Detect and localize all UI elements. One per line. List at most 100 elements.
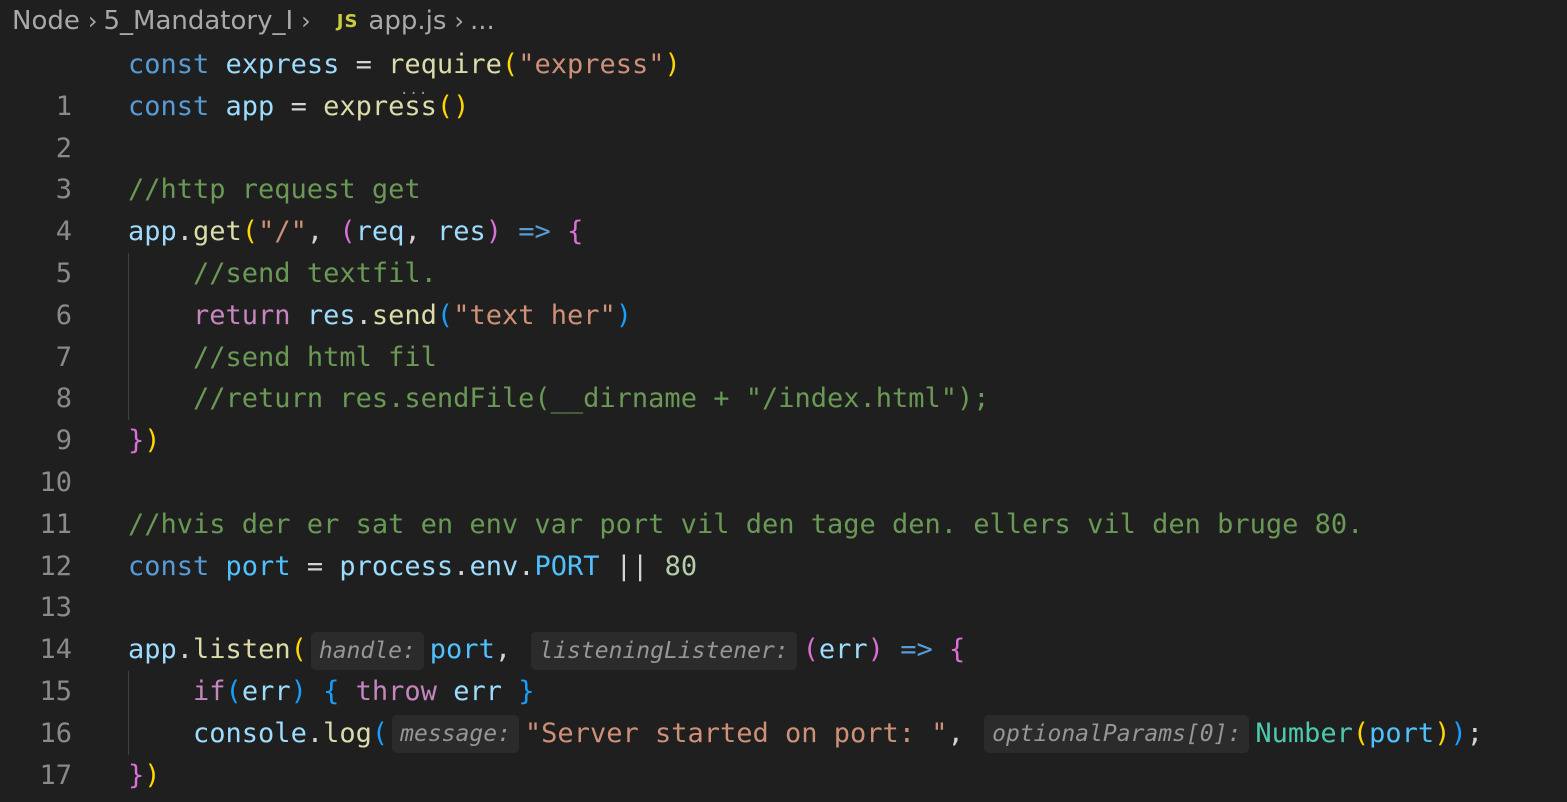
code-line-2: 2 const app = express() — [0, 86, 470, 164]
token-bracket: ( — [1352, 717, 1370, 749]
token-function: log — [323, 717, 372, 749]
token-string: "text her" — [453, 299, 616, 331]
token-variable: app — [128, 216, 177, 248]
token-bracket: ) — [1450, 717, 1467, 749]
token-punctuation: , — [947, 717, 964, 749]
token-punctuation: . — [176, 216, 194, 248]
token-punctuation: . — [453, 550, 470, 582]
token-punctuation: , — [404, 216, 421, 248]
token-variable: console — [193, 717, 307, 749]
token-keyword: return — [193, 299, 291, 331]
code-line-16: 16 if(err) { throw err } — [0, 671, 534, 749]
token-bracket: ( — [436, 299, 454, 331]
breadcrumb-item-symbols[interactable]: ... — [470, 6, 495, 36]
token-bracket: ) — [144, 425, 161, 457]
inlay-hint-listening-listener: listeningListener: — [531, 631, 797, 670]
token-parameter: req — [355, 216, 405, 248]
token-variable: port — [225, 550, 291, 582]
token-bracket: ) — [290, 675, 307, 707]
token-function: get — [193, 216, 242, 248]
token-property: env — [469, 550, 519, 582]
token-bracket: ) — [1434, 717, 1451, 749]
token-bracket: ( — [225, 675, 242, 707]
code-line-6: 6 //send textfil. — [0, 253, 437, 331]
breadcrumb-item-node[interactable]: Node — [12, 6, 80, 36]
token-bracket: () — [436, 90, 470, 122]
code-line-1: 1 const express = require("express") ··· — [0, 44, 681, 122]
token-keyword: const — [128, 550, 210, 582]
token-bracket: { — [948, 634, 966, 666]
code-area[interactable]: 1 const express = require("express") ···… — [0, 44, 1483, 802]
token-operator: = — [355, 49, 372, 80]
token-bracket: } — [518, 675, 535, 707]
code-line-11: 11 — [0, 462, 98, 540]
token-class: Number — [1255, 717, 1353, 749]
token-bracket: } — [128, 759, 145, 791]
token-variable: process — [339, 550, 454, 582]
token-variable: app — [128, 634, 177, 666]
token-keyword: throw — [355, 675, 437, 707]
token-bracket: ( — [802, 634, 819, 666]
token-punctuation: . — [176, 634, 194, 666]
token-bracket: ( — [371, 717, 389, 749]
line-number: 18 — [0, 796, 72, 802]
breadcrumb-item-folder[interactable]: 5_Mandatory_I — [103, 6, 293, 36]
token-variable: err — [241, 675, 291, 707]
token-comment: //send textfil. — [193, 257, 437, 289]
token-operator: || — [615, 550, 649, 582]
token-function: send — [371, 299, 437, 331]
code-line-15: 15 app.listen(handle: port, listeningList… — [0, 629, 965, 707]
inlay-hint-message: message: — [392, 715, 519, 754]
token-parameter: err — [818, 634, 868, 666]
code-line-12: 12 //hvis der er sat en env var port vil… — [0, 504, 1363, 582]
javascript-file-icon: JS — [336, 10, 359, 32]
token-bracket: ) — [144, 759, 161, 791]
token-string: "express" — [518, 49, 665, 80]
token-variable: err — [453, 675, 502, 707]
token-parameter: res — [436, 216, 486, 248]
token-bracket: ( — [501, 49, 519, 80]
token-punctuation: , — [306, 216, 324, 248]
token-keyword: if — [193, 675, 226, 707]
token-property: PORT — [534, 550, 600, 582]
token-bracket: ) — [615, 299, 633, 331]
token-variable: port — [429, 634, 495, 666]
token-punctuation: ; — [1466, 717, 1483, 749]
token-string: "/" — [258, 216, 307, 248]
token-variable: app — [225, 90, 275, 122]
token-variable: port — [1369, 717, 1435, 749]
breadcrumb-item-file[interactable]: app.js — [368, 6, 446, 36]
code-line-18: 18 }) — [0, 755, 160, 802]
token-bracket: ) — [485, 216, 503, 248]
token-comment: //send html fil — [193, 341, 437, 373]
token-bracket: ( — [241, 216, 259, 248]
chevron-right-icon: › — [301, 7, 311, 35]
breadcrumb: Node › 5_Mandatory_I › JS app.js › ... — [12, 2, 495, 40]
token-keyword: const — [128, 49, 210, 80]
token-arrow: => — [900, 634, 933, 666]
token-variable: res — [306, 299, 356, 331]
code-line-13: 13 const port = process.env.PORT || 80 — [0, 546, 697, 624]
token-arrow: => — [518, 216, 551, 248]
token-comment: //hvis der er sat en env var port vil de… — [128, 508, 1364, 540]
token-punctuation: . — [355, 299, 372, 331]
token-comment: //http request get — [128, 174, 421, 206]
token-bracket: ) — [867, 634, 884, 666]
code-line-7: 7 return res.send("text her") — [0, 295, 632, 373]
code-line-5: 5 app.get("/", (req, res) => { — [0, 211, 584, 289]
token-punctuation: . — [518, 550, 535, 582]
code-editor[interactable]: Node › 5_Mandatory_I › JS app.js › ... 1… — [0, 0, 1567, 802]
token-number: 80 — [664, 550, 698, 582]
code-line-3: 3 — [0, 128, 98, 205]
inlay-hint-handle: handle: — [310, 631, 424, 670]
code-line-4: 4 //http request get — [0, 169, 421, 247]
token-function: listen — [193, 634, 291, 666]
code-line-9: 9 //return res.sendFile(__dirname + "/in… — [0, 378, 990, 456]
token-punctuation: . — [306, 717, 324, 749]
token-operator: = — [306, 550, 324, 582]
code-line-14: 14 — [0, 587, 98, 665]
token-keyword: const — [128, 90, 210, 122]
code-line-10: 10 }) — [0, 420, 160, 498]
token-bracket: ( — [339, 216, 356, 248]
token-bracket: } — [128, 425, 145, 457]
